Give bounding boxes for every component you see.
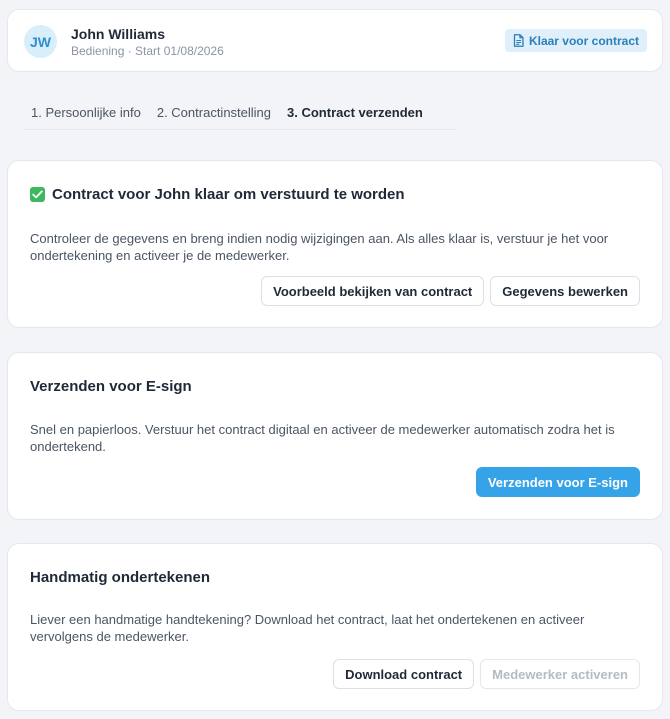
activate-employee-button[interactable]: Medewerker activeren xyxy=(480,659,640,689)
contract-ready-title: Contract voor John klaar om verstuurd te… xyxy=(52,186,405,203)
edit-details-button[interactable]: Gegevens bewerken xyxy=(490,276,640,306)
contract-ready-description: Controleer de gegevens en breng indien n… xyxy=(30,231,609,263)
esign-description: Snel en papierloos. Verstuur het contrac… xyxy=(30,422,615,454)
tab-send-contract[interactable]: 3. Contract verzenden xyxy=(279,101,431,130)
employee-header-card: JW John Williams Bediening · Start 01/08… xyxy=(7,9,663,72)
tab-personal-info[interactable]: 1. Persoonlijke info xyxy=(23,101,149,130)
preview-contract-button[interactable]: Voorbeeld bekijken van contract xyxy=(261,276,485,306)
contract-ready-card: Contract voor John klaar om verstuurd te… xyxy=(7,160,663,328)
employee-meta: Bediening · Start 01/08/2026 xyxy=(71,44,224,58)
tab-contract-settings[interactable]: 2. Contractinstelling xyxy=(149,101,279,130)
step-tabs: 1. Persoonlijke info 2. Contractinstelli… xyxy=(23,101,431,131)
esign-actions: Verzenden voor E-sign xyxy=(475,467,640,497)
manual-sign-title: Handmatig ondertekenen xyxy=(30,569,211,586)
contract-ready-actions: Voorbeeld bekijken van contract Gegevens… xyxy=(261,276,640,306)
status-badge: Klaar voor contract xyxy=(504,29,647,52)
download-contract-button[interactable]: Download contract xyxy=(333,659,475,689)
manual-sign-card: Handmatig ondertekenen Liever een handma… xyxy=(7,543,663,711)
send-esign-button[interactable]: Verzenden voor E-sign xyxy=(475,467,640,497)
avatar: JW xyxy=(24,25,57,58)
employee-name: John Williams xyxy=(71,26,166,42)
esign-title: Verzenden voor E-sign xyxy=(30,378,192,395)
esign-card: Verzenden voor E-sign Snel en papierloos… xyxy=(7,352,663,520)
status-badge-label: Klaar voor contract xyxy=(528,33,639,48)
contract-ready-title-row: Contract voor John klaar om verstuurd te… xyxy=(30,186,405,203)
manual-sign-actions: Download contract Medewerker activeren xyxy=(333,659,640,689)
tabs-divider xyxy=(23,129,456,130)
document-icon xyxy=(513,34,524,47)
manual-sign-description: Liever een handmatige handtekening? Down… xyxy=(30,612,585,644)
check-square-icon xyxy=(30,187,45,202)
